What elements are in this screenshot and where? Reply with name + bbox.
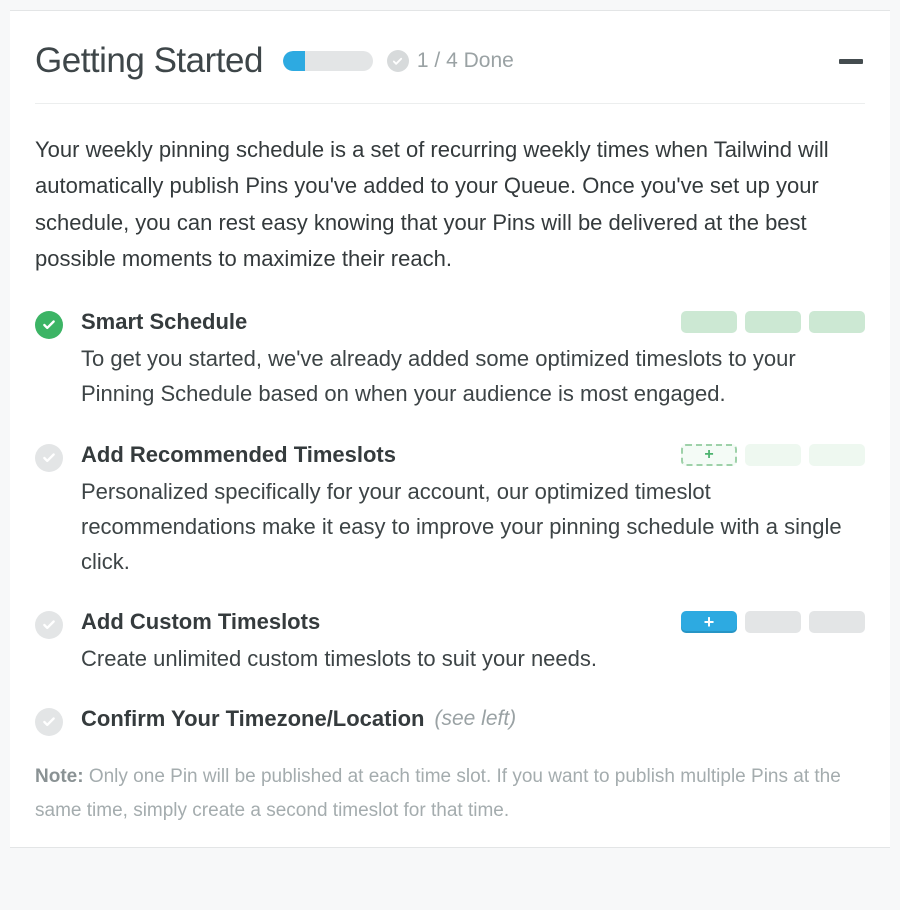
add-custom-chip[interactable]: + (681, 611, 737, 633)
note-text: Note: Only one Pin will be published at … (35, 760, 865, 827)
step-desc: Create unlimited custom timeslots to sui… (81, 641, 865, 676)
minus-icon (839, 59, 863, 64)
step-title: Smart Schedule (81, 309, 247, 335)
step-add-custom: Add Custom Timeslots + Create unlimited … (35, 609, 865, 676)
timeslot-chip (745, 444, 801, 466)
step-head: Add Custom Timeslots + (81, 609, 865, 635)
timeslot-chip (745, 611, 801, 633)
add-recommended-chip[interactable]: + (681, 444, 737, 466)
step-confirm-timezone: Confirm Your Timezone/Location (see left… (35, 706, 865, 736)
panel-header: Getting Started 1 / 4 Done (35, 41, 865, 104)
timeslot-chips: + (681, 611, 865, 633)
getting-started-panel: Getting Started 1 / 4 Done Your weekly p… (10, 10, 890, 848)
check-circle-done-icon (35, 311, 63, 339)
progress-fill (283, 51, 306, 71)
progress-label: 1 / 4 Done (417, 49, 514, 73)
step-add-recommended: Add Recommended Timeslots + Personalized… (35, 442, 865, 580)
intro-text: Your weekly pinning schedule is a set of… (35, 132, 865, 277)
timeslot-chip (745, 311, 801, 333)
timeslot-chip (809, 311, 865, 333)
note-body: Only one Pin will be published at each t… (35, 766, 841, 820)
timeslot-chip (809, 611, 865, 633)
step-body: Confirm Your Timezone/Location (see left… (81, 706, 865, 732)
step-title: Add Custom Timeslots (81, 609, 320, 635)
step-desc: Personalized specifically for your accou… (81, 474, 865, 580)
check-circle-todo-icon (35, 708, 63, 736)
step-smart-schedule: Smart Schedule To get you started, we've… (35, 309, 865, 411)
progress-bar (283, 51, 373, 71)
step-body: Add Recommended Timeslots + Personalized… (81, 442, 865, 580)
step-title: Confirm Your Timezone/Location (81, 706, 424, 732)
step-head: Confirm Your Timezone/Location (see left… (81, 706, 865, 732)
step-head: Smart Schedule (81, 309, 865, 335)
timeslot-chips: + (681, 444, 865, 466)
check-circle-todo-icon (35, 611, 63, 639)
timeslot-chip (681, 311, 737, 333)
note-label: Note: (35, 766, 84, 787)
step-hint: (see left) (434, 707, 516, 731)
progress-check-icon (387, 50, 409, 72)
collapse-button[interactable] (837, 47, 865, 75)
step-body: Add Custom Timeslots + Create unlimited … (81, 609, 865, 676)
step-head: Add Recommended Timeslots + (81, 442, 865, 468)
check-circle-todo-icon (35, 444, 63, 472)
step-body: Smart Schedule To get you started, we've… (81, 309, 865, 411)
step-desc: To get you started, we've already added … (81, 341, 865, 411)
step-title: Add Recommended Timeslots (81, 442, 396, 468)
timeslot-chip (809, 444, 865, 466)
timeslot-chips (681, 311, 865, 333)
panel-title: Getting Started (35, 41, 263, 81)
